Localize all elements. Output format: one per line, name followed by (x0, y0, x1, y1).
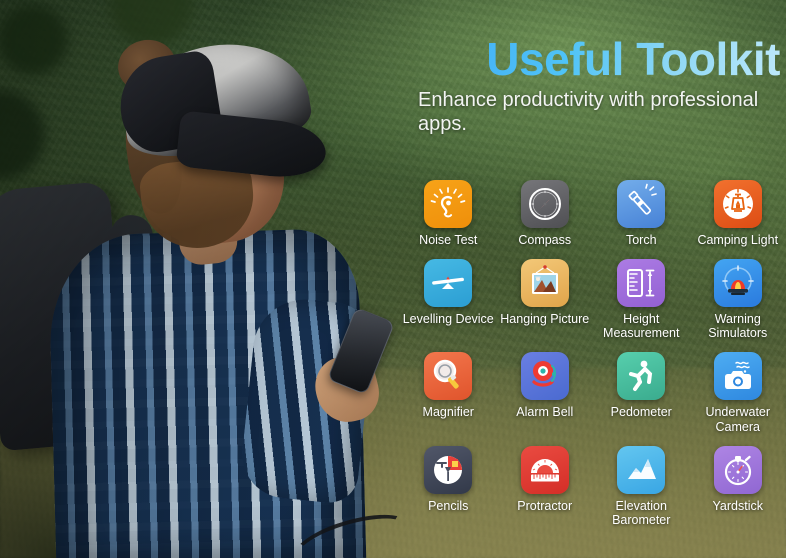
pedometer-icon[interactable] (617, 352, 666, 401)
app-item-torch[interactable]: Torch (593, 180, 690, 247)
app-label: Compass (518, 233, 572, 247)
app-label: Protractor (517, 498, 573, 513)
app-item-hanging-picture[interactable]: Hanging Picture (497, 259, 594, 340)
app-item-levelling-device[interactable]: Levelling Device (400, 259, 497, 340)
app-label: Underwater Camera (705, 405, 771, 434)
app-item-underwater-camera[interactable]: Underwater Camera (690, 352, 786, 434)
app-item-camping-light[interactable]: Camping Light (690, 180, 786, 247)
app-item-noise-test[interactable]: Noise Test (400, 180, 497, 247)
page-title: Useful Toolkit (408, 36, 786, 83)
noise-test-icon[interactable] (424, 180, 473, 228)
app-item-pencils[interactable]: Pencils (400, 445, 497, 527)
page-subtitle: Enhance productivity with professional a… (418, 89, 759, 136)
app-item-warning-simulators[interactable]: Warning Simulators (690, 259, 786, 340)
app-label: Hanging Picture (500, 312, 590, 327)
app-label: Magnifier (422, 405, 474, 420)
camping-light-icon[interactable] (713, 180, 762, 228)
elevation-barometer-icon[interactable] (617, 445, 666, 494)
magnifier-icon[interactable] (424, 352, 473, 401)
app-item-protractor[interactable]: Protractor (497, 445, 594, 527)
yardstick-icon[interactable] (713, 445, 762, 494)
pencils-icon[interactable] (424, 445, 473, 494)
app-item-magnifier[interactable]: Magnifier (400, 352, 497, 433)
height-measurement-icon[interactable] (617, 259, 666, 308)
app-item-yardstick[interactable]: Yardstick (690, 445, 786, 527)
app-item-compass[interactable]: Compass (497, 180, 594, 247)
app-label: Torch (625, 233, 657, 247)
warning-simulators-icon[interactable] (713, 259, 762, 308)
app-label: Pencils (428, 498, 469, 513)
levelling-device-icon[interactable] (424, 259, 473, 308)
app-label: Warning Simulators (708, 312, 768, 341)
app-label: Camping Light (697, 233, 779, 247)
app-label: Elevation Barometer (612, 498, 671, 527)
app-item-alarm-bell[interactable]: Alarm Bell (497, 352, 594, 433)
protractor-icon[interactable] (520, 445, 569, 494)
hanging-picture-icon[interactable] (520, 259, 569, 308)
app-item-pedometer[interactable]: Pedometer (593, 352, 690, 433)
promo-content: Useful Toolkit Enhance productivity with… (396, 0, 786, 558)
app-label: Levelling Device (402, 312, 494, 327)
underwater-camera-icon[interactable] (713, 352, 762, 401)
app-grid: Noise Test Compass Torch Camping Light L… (400, 180, 786, 527)
app-item-elevation-barometer[interactable]: Elevation Barometer (593, 445, 690, 527)
compass-icon[interactable] (520, 180, 569, 228)
person-photo-subject (0, 0, 420, 558)
app-label: Height Measurement (603, 312, 680, 341)
app-label: Pedometer (610, 405, 672, 420)
app-label: Noise Test (419, 233, 478, 247)
app-item-height-measurement[interactable]: Height Measurement (593, 259, 690, 340)
alarm-bell-icon[interactable] (520, 352, 569, 401)
app-label: Yardstick (712, 498, 763, 513)
torch-icon[interactable] (617, 180, 666, 228)
app-label: Alarm Bell (516, 405, 574, 420)
